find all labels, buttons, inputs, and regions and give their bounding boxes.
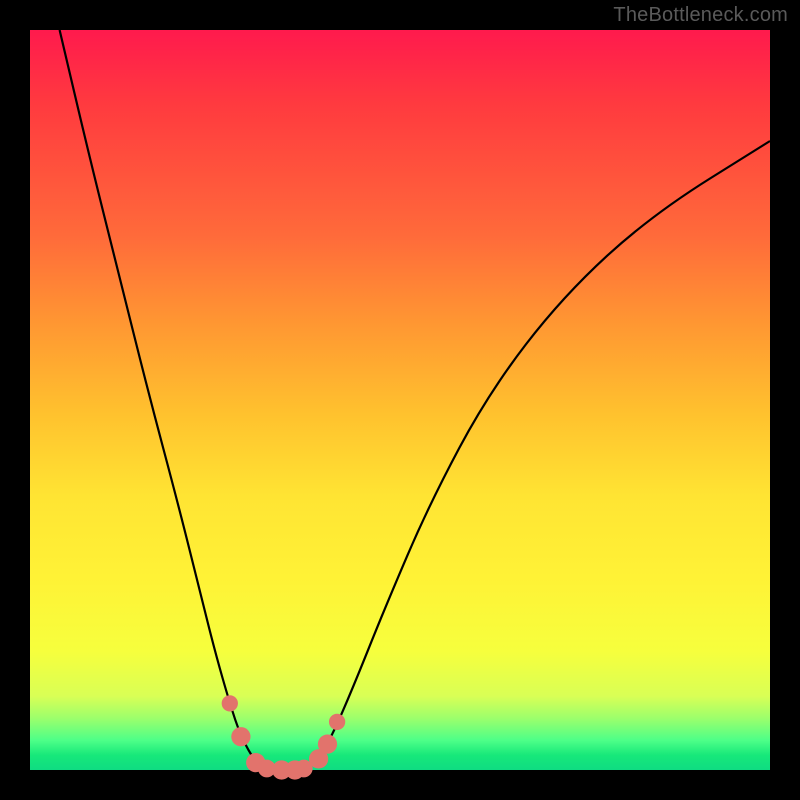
curve-group — [60, 30, 770, 770]
curve-marker — [222, 695, 238, 711]
curve-marker — [318, 734, 337, 753]
chart-frame: TheBottleneck.com — [0, 0, 800, 800]
curve-left-branch — [60, 30, 267, 770]
curve-marker — [231, 727, 250, 746]
marker-group — [222, 695, 346, 779]
watermark-text: TheBottleneck.com — [613, 4, 788, 27]
chart-svg — [30, 30, 770, 770]
chart-plot-area — [30, 30, 770, 770]
curve-marker — [329, 714, 345, 730]
curve-right-branch — [304, 141, 770, 770]
